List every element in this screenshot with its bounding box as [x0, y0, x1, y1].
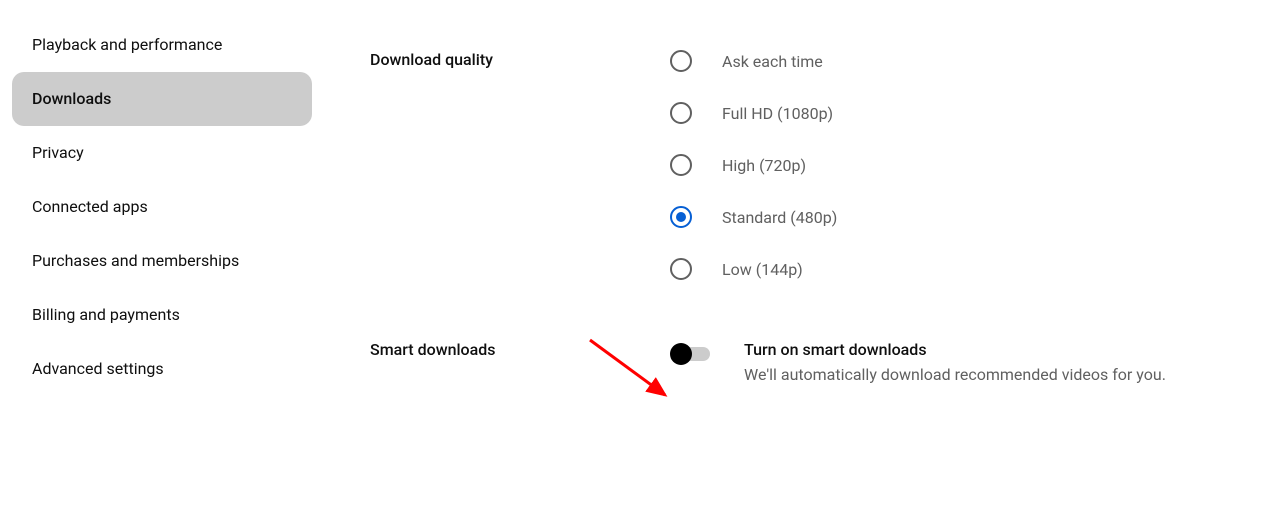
radio-full-hd[interactable]: Full HD (1080p) [670, 102, 1259, 124]
radio-high[interactable]: High (720p) [670, 154, 1259, 176]
radio-label: Ask each time [722, 52, 823, 71]
sidebar-item-billing[interactable]: Billing and payments [12, 288, 312, 342]
section-heading: Download quality [370, 50, 670, 280]
settings-content: Download quality Ask each time Full HD (… [370, 50, 1259, 444]
sidebar-item-label: Billing and payments [32, 305, 180, 324]
toggle-knob [670, 343, 692, 365]
radio-standard[interactable]: Standard (480p) [670, 206, 1259, 228]
smart-downloads-body: Turn on smart downloads We'll automatica… [670, 340, 1259, 384]
radio-icon [670, 258, 692, 280]
sidebar-item-connected-apps[interactable]: Connected apps [12, 180, 312, 234]
settings-sidebar: Playback and performance Downloads Priva… [12, 18, 312, 396]
sidebar-item-label: Downloads [32, 89, 111, 108]
sidebar-item-playback[interactable]: Playback and performance [12, 18, 312, 72]
radio-icon [670, 206, 692, 228]
radio-label: Full HD (1080p) [722, 104, 833, 123]
smart-downloads-title: Turn on smart downloads [744, 340, 1166, 359]
radio-low[interactable]: Low (144p) [670, 258, 1259, 280]
sidebar-item-label: Playback and performance [32, 35, 222, 54]
smart-downloads-description: We'll automatically download recommended… [744, 365, 1166, 384]
radio-label: Low (144p) [722, 260, 803, 279]
radio-icon [670, 154, 692, 176]
radio-label: Standard (480p) [722, 208, 837, 227]
download-quality-section: Download quality Ask each time Full HD (… [370, 50, 1259, 280]
sidebar-item-advanced[interactable]: Advanced settings [12, 342, 312, 396]
radio-icon [670, 50, 692, 72]
section-heading: Smart downloads [370, 340, 670, 384]
sidebar-item-label: Connected apps [32, 197, 148, 216]
smart-downloads-toggle[interactable] [670, 342, 714, 366]
sidebar-item-label: Purchases and memberships [32, 251, 239, 270]
radio-icon [670, 102, 692, 124]
download-quality-options: Ask each time Full HD (1080p) High (720p… [670, 50, 1259, 280]
radio-ask-each-time[interactable]: Ask each time [670, 50, 1259, 72]
sidebar-item-label: Advanced settings [32, 359, 164, 378]
sidebar-item-label: Privacy [32, 143, 84, 162]
radio-label: High (720p) [722, 156, 806, 175]
smart-downloads-section: Smart downloads Turn on smart downloads … [370, 340, 1259, 384]
sidebar-item-privacy[interactable]: Privacy [12, 126, 312, 180]
sidebar-item-purchases[interactable]: Purchases and memberships [12, 234, 312, 288]
smart-downloads-text: Turn on smart downloads We'll automatica… [744, 340, 1166, 384]
sidebar-item-downloads[interactable]: Downloads [12, 72, 312, 126]
